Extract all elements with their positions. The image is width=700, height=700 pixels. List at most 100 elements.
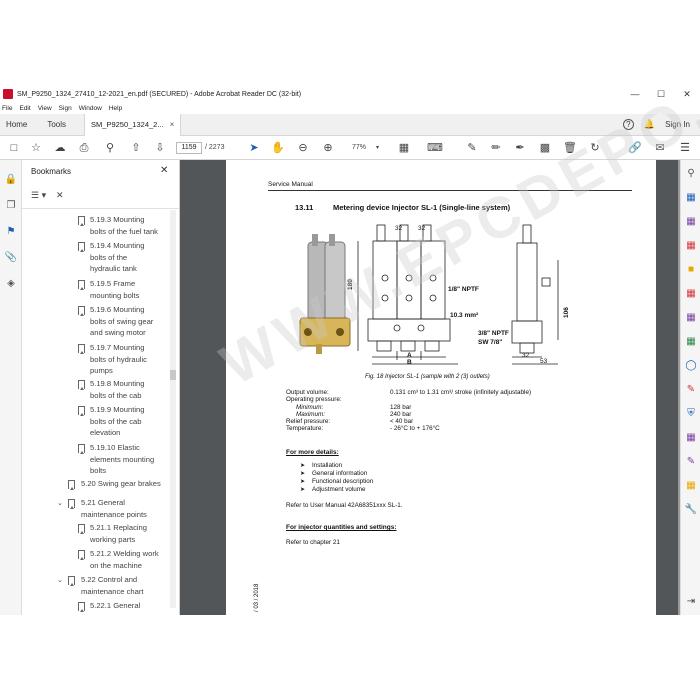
page-number-input[interactable]: 1159 [176, 142, 202, 154]
bookmark-item-label[interactable]: bolts of the fuel tank [90, 226, 158, 238]
menu-view[interactable]: View [38, 105, 52, 112]
tab-document[interactable]: SM_P9250_1324_2... × [84, 113, 182, 136]
share-link-icon[interactable]: 🔗 [627, 140, 643, 156]
compress-pdf-icon[interactable]: ▦ [684, 336, 698, 350]
close-panel-icon[interactable]: ✕ [160, 165, 168, 176]
tab-tools[interactable]: Tools [41, 120, 72, 129]
zoom-out-icon[interactable]: ⊖ [295, 140, 311, 156]
attachments-icon[interactable]: 📎 [4, 252, 18, 266]
bookmark-options-icon[interactable]: ☰ ▾ [31, 190, 46, 201]
menu-window[interactable]: Window [79, 105, 102, 112]
bookmark-item-label[interactable]: 5.19.9 Mounting [90, 404, 144, 416]
previous-page-icon[interactable]: ⇧ [128, 140, 144, 156]
highlight-pen-icon[interactable]: ✏ [488, 140, 504, 156]
stamp-icon[interactable]: ▩ [537, 140, 553, 156]
comment-icon[interactable]: ✎ [464, 140, 480, 156]
tab-home[interactable]: Home [0, 120, 33, 129]
keyboard-icon[interactable]: ⌨ [427, 140, 443, 156]
bookmark-item-label[interactable]: bolts [90, 465, 106, 477]
bookmark-item-label[interactable]: 5.19.7 Mounting [90, 342, 144, 354]
bookmark-item-label[interactable]: 5.21.2 Welding work [90, 548, 159, 560]
page-thumbnail-icon[interactable]: □ [6, 140, 22, 156]
collapse-pane-icon[interactable]: ⇥ [684, 596, 698, 610]
more-tools-icon[interactable]: ☰ [677, 140, 693, 156]
zoom-dropdown-icon[interactable]: ▾ [376, 144, 379, 151]
fill-sign-icon[interactable]: ✎ [684, 384, 698, 398]
bookmark-item-label[interactable]: maintenance points [81, 509, 147, 521]
bookmark-item-label[interactable]: 5.21 General [81, 497, 125, 509]
page-fit-icon[interactable]: ▦ [396, 140, 412, 156]
protect-icon[interactable]: ⛨ [684, 408, 698, 422]
rotate-icon[interactable]: ↻ [587, 140, 603, 156]
search-icon[interactable]: ⚲ [102, 140, 118, 156]
help-icon[interactable]: ? [622, 119, 634, 130]
upload-cloud-icon[interactable]: ☁ [52, 140, 68, 156]
scan-ocr-icon[interactable]: ◯ [684, 360, 698, 374]
delete-bookmark-icon[interactable]: ✕ [56, 190, 64, 201]
bookmark-item-label[interactable]: 5.19.3 Mounting [90, 214, 144, 226]
maximize-button[interactable]: ☐ [648, 89, 674, 100]
comment-tool-icon[interactable]: ■ [684, 264, 698, 278]
bookmark-item-label[interactable]: bolts of hydraulic [90, 354, 147, 366]
create-pdf-icon[interactable]: ▦ [684, 192, 698, 206]
page-thumbnails-icon[interactable]: ❐ [4, 200, 18, 214]
bookmark-item-label[interactable]: hydraulic tank [90, 263, 137, 275]
bookmark-item-label[interactable]: working parts [90, 534, 135, 546]
close-tab-icon[interactable]: × [170, 120, 175, 129]
bookmark-item-label[interactable]: 5.21.1 Replacing [90, 522, 147, 534]
delete-icon[interactable]: 🗑 [562, 140, 578, 156]
bookmarks-scroll-thumb[interactable] [170, 370, 176, 380]
bookmark-item-label[interactable]: 5.19.6 Mounting [90, 304, 144, 316]
bookmark-item-label[interactable]: 5.20 Swing gear brakes [81, 478, 161, 490]
sign-in-link[interactable]: Sign In [665, 120, 690, 129]
menu-sign[interactable]: Sign [59, 105, 72, 112]
bookmark-item-label[interactable]: and swing motor [90, 327, 146, 339]
export-pdf-icon[interactable]: ▦ [684, 240, 698, 254]
sign-pen-icon[interactable]: ✎ [684, 456, 698, 470]
expand-caret-icon[interactable]: ⌄ [57, 499, 63, 507]
zoom-search-icon[interactable]: ⚲ [684, 168, 698, 182]
zoom-level[interactable]: 77% [352, 144, 366, 151]
bookmarks-scrollbar[interactable] [170, 210, 176, 608]
bookmark-item-label[interactable]: 5.19.4 Mounting [90, 240, 144, 252]
draw-icon[interactable]: ✒ [512, 140, 528, 156]
bookmark-item-label[interactable]: on the machine [90, 560, 142, 572]
bookmark-item-label[interactable]: bolts of swing gear [90, 316, 153, 328]
bookmark-item-label[interactable]: bolts of the [90, 252, 127, 264]
menu-edit[interactable]: Edit [19, 105, 30, 112]
redact-icon[interactable]: ▦ [684, 432, 698, 446]
bell-icon[interactable]: 🔔 [644, 119, 655, 130]
close-window-button[interactable]: ✕ [674, 89, 700, 100]
bookmark-star-icon[interactable]: ☆ [28, 140, 44, 156]
menu-file[interactable]: File [2, 105, 12, 112]
layers-icon[interactable]: ◈ [4, 278, 18, 292]
more-wrench-icon[interactable]: 🔧 [684, 504, 698, 518]
bookmark-item-label[interactable]: elements mounting [90, 454, 154, 466]
bookmark-item-label[interactable]: bolts of the cab [90, 416, 142, 428]
combine-files-icon[interactable]: ▦ [684, 288, 698, 302]
bookmark-item-label[interactable]: 5.22 Control and [81, 574, 137, 586]
send-file-icon[interactable]: ▦ [684, 480, 698, 494]
zoom-in-icon[interactable]: ⊕ [320, 140, 336, 156]
expand-caret-icon[interactable]: ⌄ [57, 576, 63, 584]
next-page-icon[interactable]: ⇩ [152, 140, 168, 156]
bookmark-item-label[interactable]: elevation [90, 427, 120, 439]
menu-help[interactable]: Help [109, 105, 122, 112]
bookmark-item-label[interactable]: maintenance chart [81, 586, 143, 598]
bookmark-item-label[interactable]: pumps [90, 365, 113, 377]
lock-icon[interactable]: 🔒 [4, 174, 18, 188]
bookmarks-panel-icon[interactable]: ⚑ [4, 226, 18, 240]
minimize-button[interactable]: — [622, 89, 648, 99]
edit-pdf-icon[interactable]: ▦ [684, 216, 698, 230]
bookmark-item-label[interactable]: mounting bolts [90, 290, 139, 302]
print-icon[interactable]: ⎙ [76, 140, 92, 156]
select-cursor-icon[interactable]: ➤ [246, 140, 262, 156]
email-icon[interactable]: ✉ [652, 140, 668, 156]
organize-pages-icon[interactable]: ▦ [684, 312, 698, 326]
bookmark-item-label[interactable]: bolts of the cab [90, 390, 142, 402]
bookmark-item-label[interactable]: 5.19.8 Mounting [90, 378, 144, 390]
bookmark-item-label[interactable]: 5.19.10 Elastic [90, 442, 140, 454]
bookmark-item-label[interactable]: 5.19.5 Frame [90, 278, 135, 290]
bookmark-item-label[interactable]: 5.22.1 General [90, 600, 140, 612]
hand-tool-icon[interactable]: ✋ [270, 140, 286, 156]
